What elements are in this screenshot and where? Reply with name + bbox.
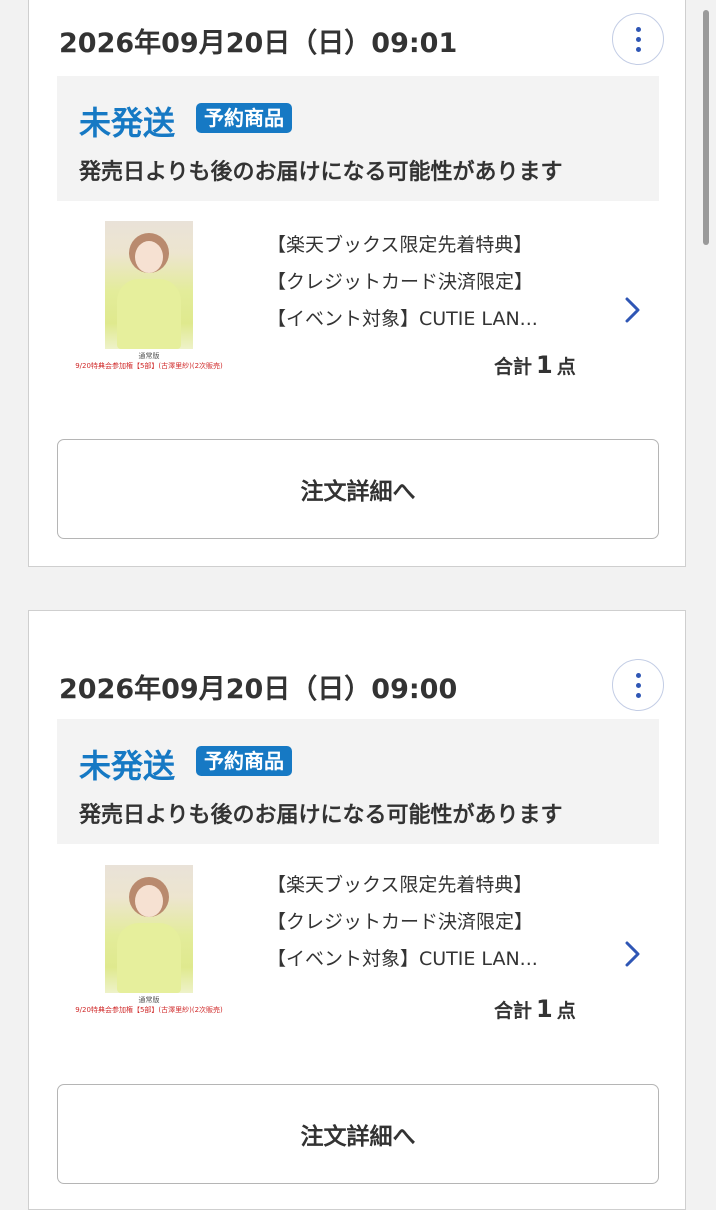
product-title-line: 【イベント対象】CUTIE LAN... [267, 948, 538, 970]
product-image[interactable]: 通常版 9/20特典会参加権【5部】(古澤里紗)(2次販売) [73, 865, 225, 1025]
total-unit: 点 [556, 1000, 576, 1022]
order-datetime: 2026年09月20日（日）09:01 [59, 28, 458, 59]
total-label: 合計 [494, 356, 533, 378]
dot-icon [635, 672, 641, 678]
delivery-notice: 発売日よりも後のお届けになる可能性があります [79, 160, 563, 185]
order-datetime: 2026年09月20日（日）09:00 [59, 674, 458, 705]
item-total: 合計 1 点 [494, 995, 576, 1023]
product-title-line: 【イベント対象】CUTIE LAN... [267, 308, 538, 330]
product-title-line: 【クレジットカード決済限定】 [267, 271, 534, 293]
order-detail-button[interactable]: 注文詳細へ [57, 1084, 659, 1184]
product-image[interactable]: 通常版 9/20特典会参加権【5部】(古澤里紗)(2次販売) [73, 221, 225, 381]
more-options-button[interactable] [612, 659, 664, 711]
total-count: 1 [536, 351, 553, 379]
delivery-notice: 発売日よりも後のお届けになる可能性があります [79, 803, 563, 828]
product-title-line: 【楽天ブックス限定先着特典】 [267, 234, 533, 256]
item-total: 合計 1 点 [494, 351, 576, 379]
product-title[interactable]: 【楽天ブックス限定先着特典】 【クレジットカード決済限定】 【イベント対象】CU… [267, 227, 607, 338]
more-options-button[interactable] [612, 13, 664, 65]
preorder-badge: 予約商品 [196, 746, 292, 776]
status-box: 未発送 予約商品 発売日よりも後のお届けになる可能性があります [57, 719, 659, 844]
product-title-line: 【クレジットカード決済限定】 [267, 911, 534, 933]
image-caption-event: 9/20特典会参加権【5部】(古澤里紗)(2次販売) [75, 362, 223, 370]
dot-icon [635, 692, 641, 698]
dot-icon [635, 36, 641, 42]
order-card: 2026年09月20日（日）09:00 未発送 予約商品 発売日よりも後のお届け… [28, 610, 686, 1210]
product-title[interactable]: 【楽天ブックス限定先着特典】 【クレジットカード決済限定】 【イベント対象】CU… [267, 867, 607, 978]
shipping-status: 未発送 [79, 747, 176, 785]
total-label: 合計 [494, 1000, 533, 1022]
dot-icon [635, 26, 641, 32]
total-count: 1 [536, 995, 553, 1023]
image-caption-edition: 通常版 [138, 352, 160, 360]
product-title-line: 【楽天ブックス限定先着特典】 [267, 874, 533, 896]
order-card: 2026年09月20日（日）09:01 未発送 予約商品 発売日よりも後のお届け… [28, 0, 686, 567]
dot-icon [635, 682, 641, 688]
scrollbar-thumb[interactable] [703, 10, 709, 245]
dot-icon [635, 46, 641, 52]
product-photo [105, 865, 193, 993]
preorder-badge: 予約商品 [196, 103, 292, 133]
image-caption-edition: 通常版 [138, 996, 160, 1004]
total-unit: 点 [556, 356, 576, 378]
scrollbar[interactable] [700, 0, 710, 1199]
chevron-right-icon[interactable] [617, 939, 647, 969]
chevron-right-icon[interactable] [617, 295, 647, 325]
shipping-status: 未発送 [79, 104, 176, 142]
order-detail-button[interactable]: 注文詳細へ [57, 439, 659, 539]
status-box: 未発送 予約商品 発売日よりも後のお届けになる可能性があります [57, 76, 659, 201]
product-photo [105, 221, 193, 349]
image-caption-event: 9/20特典会参加権【5部】(古澤里紗)(2次販売) [75, 1006, 223, 1014]
